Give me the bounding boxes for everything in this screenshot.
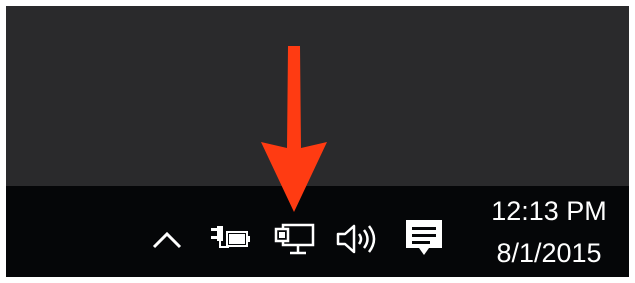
clock-date: 8/1/2015 (496, 238, 602, 268)
battery-plugged-icon[interactable] (207, 223, 253, 253)
clock-time: 12:13 PM (491, 196, 607, 226)
notification-icon[interactable] (403, 217, 445, 261)
speaker-icon[interactable] (334, 222, 382, 256)
chevron-up-icon[interactable] (150, 228, 184, 252)
annotation-arrow (261, 46, 327, 212)
wired-network-icon[interactable] (272, 222, 318, 256)
screenshot-frame: 12:13 PM 8/1/2015 (0, 0, 635, 283)
taskbar-clock[interactable]: 12:13 PM 8/1/2015 (474, 190, 624, 274)
